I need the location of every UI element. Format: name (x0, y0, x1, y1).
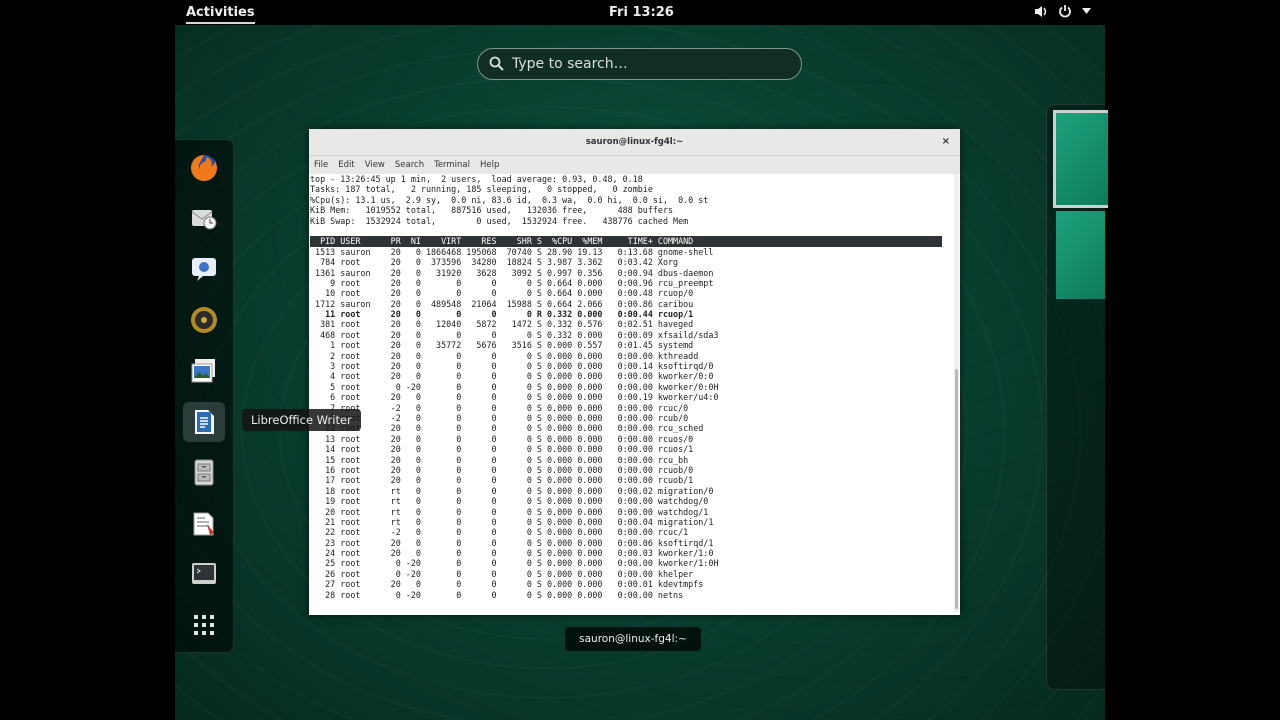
process-row: 381 root 20 0 12040 5872 1472 S 0.332 0.… (310, 319, 694, 330)
process-row: 14 root 20 0 0 0 0 S 0.000 0.000 0:00.00… (310, 444, 694, 455)
search-entry[interactable]: Type to search… (477, 48, 802, 80)
top-summary-line (310, 226, 942, 236)
dash-item-file-manager[interactable] (183, 452, 225, 492)
activities-button[interactable]: Activities (186, 5, 255, 24)
evolution-icon (191, 210, 217, 230)
top-summary-line: KiB Swap: 1532924 total, 0 used, 1532924… (310, 215, 689, 226)
menu-help[interactable]: Help (480, 160, 499, 170)
process-row: 18 root rt 0 0 0 0 S 0.000 0.000 0:00.02… (310, 485, 714, 496)
process-row: 15 root 20 0 0 0 0 S 0.000 0.000 0:00.00… (310, 454, 689, 465)
top-bar: Activities Fri 13:26 (175, 0, 1105, 25)
process-row: 11 root 20 0 0 0 0 R 0.332 0.000 0:00.44… (310, 309, 694, 320)
window-title: sauron@linux-fg4l:~ (585, 137, 684, 147)
process-row: 6 root 20 0 0 0 0 S 0.000 0.000 0:00.19 … (310, 392, 719, 403)
process-row: 24 root 20 0 0 0 0 S 0.000 0.000 0:00.03… (310, 548, 714, 559)
terminal-window[interactable]: sauron@linux-fg4l:~ × File Edit View Sea… (309, 129, 960, 615)
dash (175, 139, 234, 653)
clock[interactable]: Fri 13:26 (609, 5, 674, 20)
show-applications-button[interactable] (183, 605, 225, 645)
top-summary-line: top - 13:26:45 up 1 min, 2 users, load a… (310, 174, 643, 184)
process-row: 1712 sauron 20 0 489548 21064 15988 S 0.… (310, 298, 694, 309)
top-summary-line: Tasks: 187 total, 2 running, 185 sleepin… (310, 184, 653, 195)
process-row: 20 root rt 0 0 0 0 S 0.000 0.000 0:00.00… (310, 506, 709, 517)
system-status-area[interactable] (1034, 4, 1091, 18)
process-row: 19 root rt 0 0 0 0 S 0.000 0.000 0:00.00… (310, 496, 709, 507)
dash-item-libreoffice-writer[interactable] (183, 402, 225, 442)
shotwell-icon (191, 359, 215, 383)
process-row: 3 root 20 0 0 0 0 S 0.000 0.000 0:00.14 … (310, 361, 714, 372)
empathy-icon (192, 258, 216, 281)
terminal-icon (192, 563, 216, 584)
process-row: 25 root 0 -20 0 0 0 S 0.000 0.000 0:00.0… (310, 558, 719, 569)
menu-terminal[interactable]: Terminal (434, 160, 470, 170)
search-placeholder: Type to search… (512, 56, 628, 72)
dash-tooltip: LibreOffice Writer (242, 409, 361, 431)
menu-file[interactable]: File (314, 160, 328, 170)
process-row: 26 root 0 -20 0 0 0 S 0.000 0.000 0:00.0… (310, 568, 694, 579)
top-summary-line: %Cpu(s): 13.1 us, 2.9 sy, 0.0 ni, 83.6 i… (310, 194, 709, 205)
process-row: 1361 sauron 20 0 31920 3628 3092 S 0.997… (310, 267, 714, 278)
document-viewer-icon (193, 512, 214, 536)
file-manager-icon (194, 459, 214, 486)
dash-item-rhythmbox[interactable] (183, 300, 225, 340)
process-row: 8 root -2 0 0 0 0 S 0.000 0.000 0:00.00 … (310, 412, 689, 423)
close-icon[interactable]: × (942, 129, 950, 155)
firefox-icon (191, 155, 217, 181)
process-row: 23 root 20 0 0 0 0 S 0.000 0.000 0:00.06… (310, 537, 714, 548)
process-row: 4 root 20 0 0 0 0 S 0.000 0.000 0:00.00 … (310, 371, 714, 382)
volume-icon[interactable] (1034, 5, 1048, 18)
workspace-2-thumbnail[interactable] (1056, 211, 1105, 299)
menu-bar: File Edit View Search Terminal Help (309, 156, 960, 174)
terminal-output[interactable]: top - 13:26:45 up 1 min, 2 users, load a… (310, 174, 942, 600)
dash-item-evolution[interactable] (183, 198, 225, 238)
menu-edit[interactable]: Edit (338, 160, 354, 170)
process-row: 17 root 20 0 0 0 0 S 0.000 0.000 0:00.00… (310, 475, 694, 486)
workspace-1-thumbnail[interactable] (1053, 110, 1108, 208)
top-summary-line: KiB Mem: 1019552 total, 887516 used, 132… (310, 205, 674, 216)
process-table-header: PID USER PR NI VIRT RES SHR S %CPU %MEM … (310, 236, 942, 247)
dash-item-firefox[interactable] (183, 148, 225, 188)
process-row: 468 root 20 0 0 0 0 S 0.332 0.000 0:00.0… (310, 329, 719, 340)
process-row: 21 root rt 0 0 0 0 S 0.000 0.000 0:00.04… (310, 516, 714, 527)
process-row: 1513 sauron 20 0 1866468 195068 70740 S … (310, 246, 714, 257)
show-applications-icon (194, 615, 214, 635)
dash-item-shotwell[interactable] (183, 351, 225, 391)
libreoffice-writer-icon (195, 410, 214, 434)
process-row: 1 root 20 0 35772 5676 3516 S 0.000 0.55… (310, 340, 694, 351)
process-row: 22 root -2 0 0 0 0 S 0.000 0.000 0:00.00… (310, 527, 689, 538)
process-row: 2 root 20 0 0 0 0 S 0.000 0.000 0:00.00 … (310, 350, 699, 361)
process-row: 5 root 0 -20 0 0 0 S 0.000 0.000 0:00.00… (310, 381, 719, 392)
process-row: 7 root -2 0 0 0 0 S 0.000 0.000 0:00.00 … (310, 402, 689, 413)
dash-item-terminal[interactable] (183, 554, 225, 594)
process-row: 12 root 20 0 0 0 0 S 0.000 0.000 0:00.00… (310, 423, 704, 434)
menu-view[interactable]: View (365, 160, 385, 170)
process-row: 9 root 20 0 0 0 0 S 0.664 0.000 0:00.96 … (310, 277, 714, 288)
chevron-down-icon[interactable] (1082, 8, 1091, 14)
menu-search[interactable]: Search (395, 160, 424, 170)
rhythmbox-icon (191, 307, 217, 333)
dash-item-document-viewer[interactable] (183, 503, 225, 543)
window-titlebar[interactable]: sauron@linux-fg4l:~ × (309, 129, 960, 156)
process-row: 10 root 20 0 0 0 0 S 0.664 0.000 0:00.48… (310, 288, 694, 299)
process-row: 28 root 0 -20 0 0 0 S 0.000 0.000 0:00.0… (310, 589, 684, 600)
power-icon[interactable] (1058, 4, 1072, 18)
window-caption: sauron@linux-fg4l:~ (565, 627, 701, 651)
process-row: 16 root 20 0 0 0 0 S 0.000 0.000 0:00.00… (310, 464, 694, 475)
terminal-scrollbar[interactable] (954, 174, 959, 612)
dash-item-empathy[interactable] (183, 249, 225, 289)
process-row: 27 root 20 0 0 0 0 S 0.000 0.000 0:00.01… (310, 579, 704, 590)
process-row: 13 root 20 0 0 0 0 S 0.000 0.000 0:00.00… (310, 433, 694, 444)
process-row: 784 root 20 0 373596 34280 18824 S 3.987… (310, 257, 679, 268)
workspace-switcher (1046, 104, 1108, 690)
search-icon (489, 56, 504, 75)
